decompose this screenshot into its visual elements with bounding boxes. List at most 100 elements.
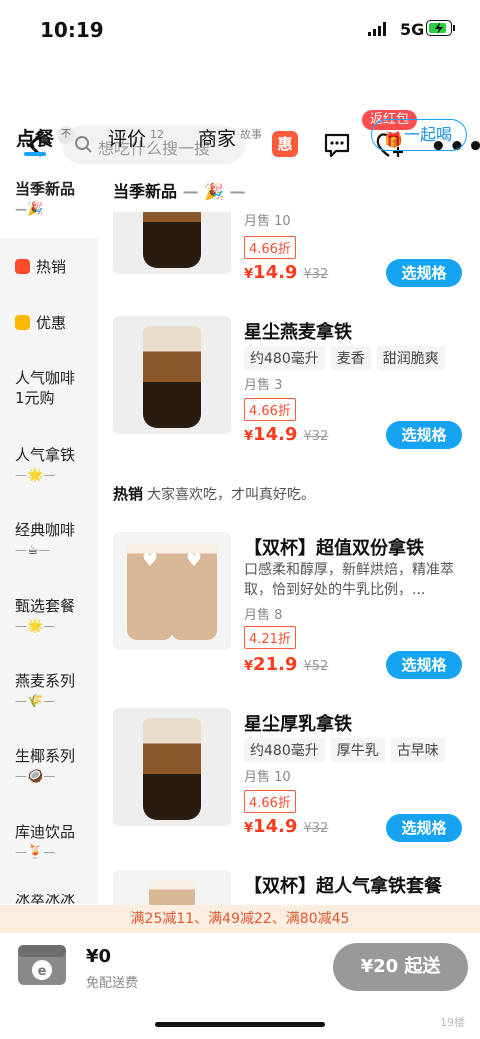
product-title: 【双杯】超值双份拿铁 — [244, 538, 424, 559]
product-sales: 月售 10 — [244, 770, 291, 785]
promo-bar[interactable]: 满25减11、满49减22、满80减45 — [0, 905, 480, 933]
product-sales: 月售 8 — [244, 608, 283, 623]
discount-tag: 4.66折 — [244, 236, 296, 259]
sidebar-item-label: 热销 — [36, 258, 67, 276]
coconut-icon: 🥥 — [27, 769, 44, 784]
signal-icon — [368, 22, 386, 36]
price-value: 21.9 — [253, 654, 298, 675]
discount-tag: 4.66折 — [244, 398, 296, 421]
product-tag: 约480毫升 — [244, 346, 325, 370]
min-order-button[interactable]: ¥20 起送 — [333, 943, 468, 991]
tab-merchant[interactable]: 商家 故事 — [198, 124, 262, 151]
product-image — [113, 708, 231, 826]
sidebar-item-oat[interactable]: 燕麦系列 —🌾— — [0, 670, 98, 709]
original-price: ¥32 — [303, 429, 329, 444]
product-card[interactable]: ♥ ♥ 【双杯】超值双份拿铁 口感柔和醇厚，新鲜烘焙，精准萃取，恰到好处的牛乳比… — [113, 532, 463, 682]
latte-art-icon: ♥ — [141, 550, 159, 571]
discount-tag: 4.21折 — [244, 626, 296, 649]
product-image — [113, 316, 231, 434]
star-icon: 🌟 — [27, 619, 44, 634]
sidebar-item-latte[interactable]: 人气拿铁 —🌟— — [0, 444, 98, 483]
sidebar-item-label: 人气咖啡1元购 — [15, 369, 76, 407]
tab-sub: 故事 — [240, 127, 263, 141]
wheat-icon: 🌾 — [27, 694, 44, 709]
sidebar-item-label: 人气拿铁 — [15, 446, 76, 464]
sidebar-item-label: 库迪饮品 — [15, 823, 76, 841]
coupon-icon — [15, 315, 30, 330]
delivery-fee: 免配送费 — [86, 976, 139, 991]
sidebar-item-label: 生椰系列 — [15, 747, 76, 765]
sidebar-item-drinks[interactable]: 库迪饮品 —🍹— — [0, 821, 98, 860]
hot-title: 热销 — [113, 485, 144, 503]
product-price: ¥14.9 ¥32 — [244, 424, 329, 445]
price-value: 14.9 — [253, 816, 298, 837]
product-card[interactable]: 星尘燕麦拿铁 约480毫升 麦香 甜润脆爽 月售 3 4.66折 ¥14.9 ¥3… — [113, 316, 463, 449]
home-indicator[interactable] — [155, 1022, 325, 1027]
product-description: 口感柔和醇厚，新鲜烘焙，精准萃取，恰到好处的牛乳比例，... — [244, 562, 454, 598]
price-value: 14.9 — [253, 262, 298, 283]
sidebar-item-combo[interactable]: 甄选套餐 —🌟— — [0, 595, 98, 634]
sidebar-item-hot[interactable]: 热销 — [0, 256, 98, 277]
drink-icon: 🍹 — [27, 845, 44, 860]
sidebar-emoji: —🎉 — [15, 202, 44, 217]
tab-badge: 不 — [57, 126, 75, 144]
coffee-icon: ☕ — [27, 543, 39, 558]
tab-label: 点餐 — [16, 128, 55, 150]
original-price: ¥52 — [303, 659, 329, 674]
watermark: 19楼 — [440, 1016, 465, 1029]
fire-icon — [15, 259, 30, 274]
product-card[interactable]: 星尘厚乳拿铁 约480毫升 厚牛乳 古早味 月售 10 4.66折 ¥14.9 ¥… — [113, 708, 463, 848]
battery-icon — [426, 20, 455, 36]
sidebar-item-classic[interactable]: 经典咖啡 —☕— — [0, 519, 98, 558]
group-order-label: 一起喝 — [403, 125, 452, 144]
product-image — [113, 870, 231, 905]
original-price: ¥32 — [303, 267, 329, 282]
select-spec-button[interactable]: 选规格 — [386, 259, 462, 287]
tab-label: 商家 — [198, 128, 237, 150]
search-icon — [75, 136, 92, 153]
product-tags: 约480毫升 厚牛乳 古早味 — [244, 738, 445, 762]
discount-icon[interactable]: 惠 — [272, 131, 298, 157]
tab-reviews[interactable]: 评价 12 — [108, 124, 164, 151]
product-title: 星尘厚乳拿铁 — [244, 714, 352, 735]
sidebar-item-coffee-1yuan[interactable]: 人气咖啡1元购 — [0, 368, 80, 408]
product-card[interactable]: 【双杯】超人气拿铁套餐 — [113, 870, 463, 905]
product-tag: 厚牛乳 — [330, 738, 385, 762]
product-title: 星尘燕麦拿铁 — [244, 322, 352, 343]
sidebar-item-label: 甄选套餐 — [15, 597, 76, 615]
select-spec-button[interactable]: 选规格 — [386, 814, 462, 842]
sidebar-item-ice[interactable]: 冰萃冰冰 — [0, 894, 98, 904]
message-icon[interactable] — [322, 130, 352, 160]
tab-indicator — [24, 152, 46, 156]
product-tags: 约480毫升 麦香 甜润脆爽 — [244, 346, 445, 370]
select-spec-button[interactable]: 选规格 — [386, 421, 462, 449]
sidebar-item-label: 经典咖啡 — [15, 521, 76, 539]
sidebar-item-discount[interactable]: 优惠 — [0, 312, 98, 333]
select-spec-button[interactable]: 选规格 — [386, 651, 462, 679]
sidebar-item-coconut[interactable]: 生椰系列 —🥥— — [0, 745, 98, 784]
tab-order[interactable]: 点餐 — [16, 124, 55, 156]
product-tag: 古早味 — [390, 738, 445, 762]
review-count: 12 — [150, 127, 165, 141]
product-title: 【双杯】超人气拿铁套餐 — [244, 876, 442, 897]
cup-image — [143, 326, 201, 428]
clock: 10:19 — [40, 18, 104, 42]
sidebar-item-new[interactable]: 当季新品 —🎉 — [0, 168, 98, 238]
party-icon: 🎉 — [204, 182, 225, 201]
network-label: 5G — [400, 20, 425, 39]
latte-art-icon: ♥ — [185, 550, 203, 571]
group-order-button[interactable]: 🎁 一起喝 — [371, 119, 467, 151]
product-tag: 甜润脆爽 — [376, 346, 445, 370]
cart-amount: ¥0 — [86, 946, 112, 967]
svg-text:e: e — [38, 964, 47, 979]
sidebar-item-label: 燕麦系列 — [15, 672, 76, 690]
product-price: ¥21.9 ¥52 — [244, 654, 329, 675]
original-price: ¥32 — [303, 821, 329, 836]
cart-icon[interactable]: e — [16, 943, 68, 987]
product-price: ¥14.9 ¥32 — [244, 816, 329, 837]
hot-subtitle: 大家喜欢吃，才叫真好吃。 — [147, 487, 316, 503]
product-card-price: 4.66折 ¥14.9 ¥32 选规格 — [113, 236, 463, 287]
section-title-text: 当季新品 — [113, 182, 178, 201]
tab-label: 评价 — [108, 128, 147, 150]
sidebar-item-label: 优惠 — [36, 314, 67, 332]
